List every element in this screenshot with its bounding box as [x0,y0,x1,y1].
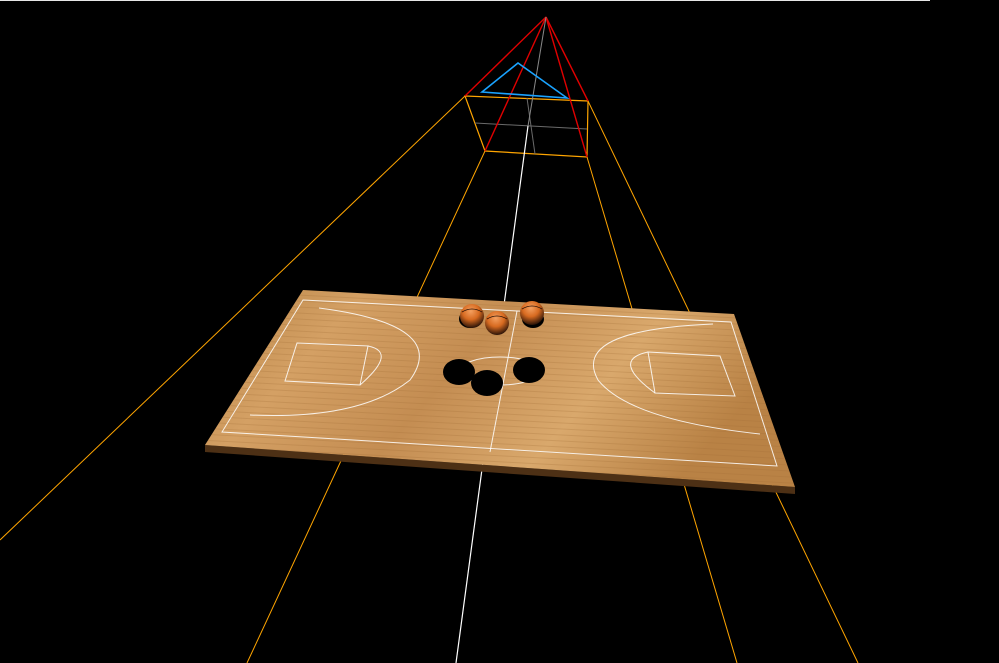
basketball-icon [485,311,509,335]
3d-viewport[interactable] [0,0,999,663]
frustum-near-plane [464,95,589,158]
scene-canvas[interactable] [0,0,999,663]
top-edge-line [0,0,930,1]
basketball-icon [460,304,484,328]
basketball-icon [520,301,544,325]
camera-up-triangle [479,61,570,99]
